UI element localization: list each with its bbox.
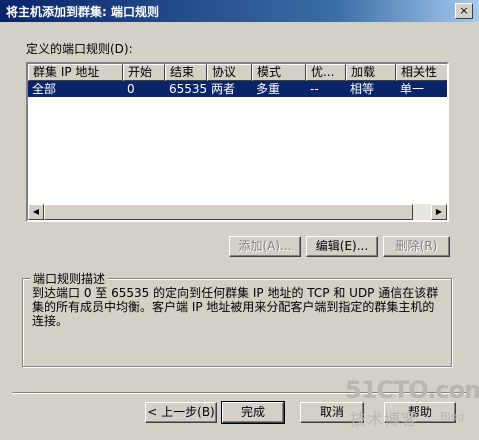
column-header-priority[interactable]: 优... xyxy=(306,64,346,81)
cell-mode: 多重 xyxy=(256,82,281,96)
cell-end: 65535 xyxy=(169,82,208,96)
close-button[interactable]: × xyxy=(455,3,473,19)
cell-affinity: 单一 xyxy=(400,82,425,96)
scrollbar-thumb[interactable] xyxy=(44,204,413,220)
cell-priority: -- xyxy=(310,82,319,96)
column-header-affinity[interactable]: 相关性 xyxy=(396,64,447,81)
watermark-logo: 51CTO.com xyxy=(345,376,479,404)
scroll-left-button[interactable]: ◀ xyxy=(28,204,44,220)
finish-button[interactable]: 完成 xyxy=(221,401,285,424)
add-rule-button[interactable]: 添加(A)... xyxy=(229,236,301,257)
horizontal-scrollbar[interactable]: ◀ ▶ xyxy=(28,204,447,220)
port-rules-label: 定义的端口规则(D): xyxy=(26,42,133,56)
column-header-start[interactable]: 开始 xyxy=(123,64,165,81)
column-header-mode[interactable]: 模式 xyxy=(252,64,306,81)
cell-cluster-ip: 全部 xyxy=(32,82,57,96)
column-header-load[interactable]: 加载 xyxy=(346,64,396,81)
close-icon: × xyxy=(459,4,469,17)
description-group-title: 端口规则描述 xyxy=(30,270,109,287)
table-row[interactable]: 全部 0 65535 两者 多重 -- 相等 单一 xyxy=(28,81,447,97)
edit-rule-button[interactable]: 编辑(E)... xyxy=(306,236,378,257)
arrow-left-icon: ◀ xyxy=(32,207,40,216)
column-header-end[interactable]: 结束 xyxy=(165,64,207,81)
back-button[interactable]: < 上一步(B) xyxy=(145,402,217,423)
remove-rule-button[interactable]: 删除(R) xyxy=(383,236,450,257)
arrow-right-icon: ▶ xyxy=(435,207,443,216)
window-title: 将主机添加到群集: 端口规则 xyxy=(6,5,159,19)
port-rules-list[interactable]: 群集 IP 地址 开始 结束 协议 模式 优... 加载 相关性 全部 0 65… xyxy=(26,62,449,222)
cell-load: 相等 xyxy=(350,82,375,96)
cell-protocol: 两者 xyxy=(211,82,236,96)
column-header-protocol[interactable]: 协议 xyxy=(207,64,252,81)
cell-start: 0 xyxy=(127,82,135,96)
watermark-blog: Blog xyxy=(440,410,465,423)
watermark-subtitle: 技术博客 xyxy=(350,410,419,429)
scroll-right-button[interactable]: ▶ xyxy=(431,204,447,220)
description-text: 到达端口 0 至 65535 的定向到任何群集 IP 地址的 TCP 和 UDP… xyxy=(32,286,439,328)
column-header-cluster-ip[interactable]: 群集 IP 地址 xyxy=(28,64,123,81)
